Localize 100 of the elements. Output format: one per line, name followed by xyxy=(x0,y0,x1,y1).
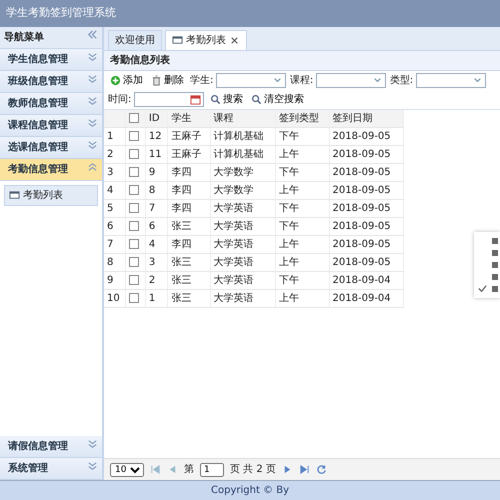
panel-title: 考勤信息列表 xyxy=(104,50,500,70)
table-cell: 大学英语 xyxy=(210,271,276,289)
sidebar-section[interactable]: 班级信息管理 xyxy=(0,70,102,92)
search-button[interactable]: 搜索 xyxy=(208,92,245,106)
window-icon xyxy=(9,190,20,200)
table-cell: 12 xyxy=(145,127,168,145)
table-cell: 大学英语 xyxy=(210,235,276,253)
table-cell: 王麻子 xyxy=(168,145,210,163)
table-cell: 2018-09-05 xyxy=(329,145,404,163)
table-cell: 3 xyxy=(145,253,168,271)
table-cell: 9 xyxy=(145,163,168,181)
first-page-icon[interactable] xyxy=(150,464,161,475)
table-cell: 2018-09-05 xyxy=(329,253,404,271)
table-cell: 2018-09-04 xyxy=(329,271,404,289)
search-button[interactable]: 清空搜索 xyxy=(248,92,306,106)
table-cell: 大学英语 xyxy=(210,289,276,307)
search-icon xyxy=(250,94,262,104)
row-number: 6 xyxy=(104,217,126,235)
sidebar-section[interactable]: 教师信息管理 xyxy=(0,92,102,114)
section-label: 考勤信息管理 xyxy=(8,162,68,176)
table-cell: 2018-09-05 xyxy=(329,217,404,235)
table-cell: 大学英语 xyxy=(210,253,276,271)
sidebar-section[interactable]: 请假信息管理 xyxy=(0,436,102,458)
row-checkbox[interactable] xyxy=(129,202,140,213)
table-cell: 上午 xyxy=(275,289,330,307)
previous-page-icon[interactable] xyxy=(167,464,178,475)
chevron-icon xyxy=(87,140,98,150)
sidebar-item[interactable]: 考勤列表 xyxy=(4,184,98,206)
sidebar-section[interactable]: 选课信息管理 xyxy=(0,136,102,158)
table-cell: 下午 xyxy=(275,217,330,235)
table-cell: 6 xyxy=(145,217,168,235)
section-label: 课程信息管理 xyxy=(8,118,68,132)
combo-field[interactable] xyxy=(416,72,486,88)
table-cell: 计算机基础 xyxy=(210,127,276,145)
plus-circle-icon xyxy=(110,74,121,86)
footer-text: Copyright © By xyxy=(0,480,500,500)
chevron-icon xyxy=(87,461,98,472)
row-checkbox[interactable] xyxy=(129,130,140,141)
row-number: 5 xyxy=(104,199,126,217)
table-cell: 上午 xyxy=(275,145,330,163)
column-header[interactable]: 学生 xyxy=(168,110,210,127)
chevron-icon xyxy=(87,96,98,106)
filter-label: 时间: xyxy=(108,92,132,106)
sidebar-title: 导航菜单 xyxy=(4,30,44,44)
table-cell: 李四 xyxy=(168,235,210,253)
add-button[interactable]: 添加 xyxy=(108,72,145,88)
table-cell: 王麻子 xyxy=(168,127,210,145)
column-header[interactable]: 签到类型 xyxy=(275,110,330,127)
page-number-field[interactable]: 1 xyxy=(200,462,224,476)
table-cell: 2018-09-05 xyxy=(329,127,404,145)
tab[interactable]: 考勤列表 xyxy=(165,30,247,50)
combo-field[interactable] xyxy=(316,72,386,88)
filter-label: 学生: xyxy=(190,74,214,88)
section-label: 学生信息管理 xyxy=(8,52,68,66)
table-cell: 2 xyxy=(145,271,168,289)
table-cell: 2018-09-05 xyxy=(329,163,404,181)
delete-button[interactable]: 删除 xyxy=(149,72,186,88)
row-checkbox[interactable] xyxy=(129,274,140,285)
column-header[interactable]: ID xyxy=(145,110,168,127)
section-label: 班级信息管理 xyxy=(8,74,68,88)
section-label: 选课信息管理 xyxy=(8,140,68,154)
sidebar-section[interactable]: 考勤信息管理 xyxy=(0,158,102,180)
column-header[interactable]: 签到日期 xyxy=(329,110,404,127)
row-checkbox[interactable] xyxy=(129,220,140,231)
select-all-checkbox[interactable] xyxy=(129,112,140,123)
row-checkbox[interactable] xyxy=(129,166,140,177)
table-cell: 8 xyxy=(145,181,168,199)
table-cell: 张三 xyxy=(168,253,210,271)
app-title: 学生考勤签到管理系统 xyxy=(0,0,500,26)
sidebar-section[interactable]: 学生信息管理 xyxy=(0,48,102,70)
section-label: 系统管理 xyxy=(8,462,48,476)
close-icon[interactable] xyxy=(229,34,240,46)
row-number: 3 xyxy=(104,163,126,181)
row-checkbox[interactable] xyxy=(129,256,140,267)
last-page-icon[interactable] xyxy=(298,464,310,475)
tab[interactable]: 欢迎使用 xyxy=(108,30,162,50)
refresh-icon[interactable] xyxy=(316,464,327,475)
row-checkbox[interactable] xyxy=(129,184,140,195)
table-cell: 上午 xyxy=(275,253,330,271)
table-cell: 李四 xyxy=(168,163,210,181)
page-size-select[interactable]: 10 xyxy=(110,462,144,476)
table-cell: 11 xyxy=(145,145,168,163)
table-cell: 张三 xyxy=(168,217,210,235)
table-cell: 大学英语 xyxy=(210,199,276,217)
calendar-icon xyxy=(190,94,201,104)
chevron-icon xyxy=(87,74,98,84)
sidebar-section[interactable]: 课程信息管理 xyxy=(0,114,102,136)
table-cell: 大学数学 xyxy=(210,181,276,199)
table-cell: 1 xyxy=(145,289,168,307)
section-label: 请假信息管理 xyxy=(8,440,68,454)
row-checkbox[interactable] xyxy=(129,238,140,249)
collapse-icon[interactable] xyxy=(87,30,98,40)
row-checkbox[interactable] xyxy=(129,292,140,303)
sidebar-section[interactable]: 系统管理 xyxy=(0,458,102,480)
table-cell: 2018-09-05 xyxy=(329,181,404,199)
combo-field[interactable] xyxy=(216,72,286,88)
column-header[interactable]: 课程 xyxy=(210,110,276,127)
date-field[interactable] xyxy=(134,92,204,106)
check-icon xyxy=(477,283,488,294)
row-checkbox[interactable] xyxy=(129,148,140,159)
